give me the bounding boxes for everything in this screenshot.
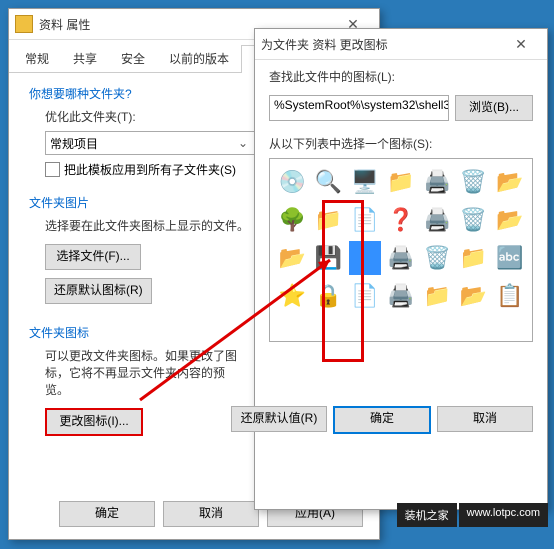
list-item[interactable]: 🗑️ xyxy=(457,165,489,199)
icon-list[interactable]: 💿 🔍 🖥️ 📁 🖨️ 🗑️ 📂 🌳 📁 📄 ❓ 🖨️ 🗑️ 📂 📂 💾 xyxy=(269,158,533,342)
combo-value: 常规项目 xyxy=(50,135,236,152)
tab-previous[interactable]: 以前的版本 xyxy=(157,44,241,72)
select-file-button[interactable]: 选择文件(F)... xyxy=(45,244,141,270)
list-item[interactable]: 🗑️ xyxy=(457,203,489,237)
chevron-down-icon: ⌄ xyxy=(236,136,250,150)
checkbox-icon xyxy=(45,162,60,177)
change-icon-dialog: 为文件夹 资料 更改图标 ✕ 查找此文件中的图标(L): %SystemRoot… xyxy=(254,28,548,510)
titlebar: 为文件夹 资料 更改图标 ✕ xyxy=(255,29,547,60)
list-item[interactable]: 🔤 xyxy=(494,241,526,275)
restore-picture-button[interactable]: 还原默认图标(R) xyxy=(45,278,152,304)
tab-security[interactable]: 安全 xyxy=(109,44,157,72)
watermark-url: www.lotpc.com xyxy=(459,503,548,527)
list-item[interactable]: 🖥️ xyxy=(349,165,381,199)
folder-icon xyxy=(15,15,33,33)
restore-default-button[interactable]: 还原默认值(R) xyxy=(231,406,327,432)
list-item[interactable]: 💾 xyxy=(312,241,344,275)
list-item[interactable]: 📁 xyxy=(312,203,344,237)
list-item[interactable]: 📁 xyxy=(385,165,417,199)
change-icon-button[interactable]: 更改图标(I)... xyxy=(45,408,143,436)
close-icon[interactable]: ✕ xyxy=(501,30,541,58)
list-item[interactable]: 📄 xyxy=(349,279,381,313)
list-item[interactable]: 🔒 xyxy=(312,279,344,313)
list-item[interactable]: 📂 xyxy=(457,279,489,313)
list-label: 从以下列表中选择一个图标(S): xyxy=(269,135,533,152)
look-in-label: 查找此文件中的图标(L): xyxy=(269,68,533,85)
list-item[interactable]: 📂 xyxy=(276,241,308,275)
watermark-text: 装机之家 xyxy=(397,503,457,527)
checkbox-label: 把此模板应用到所有子文件夹(S) xyxy=(64,161,236,178)
list-item[interactable]: 🌳 xyxy=(276,203,308,237)
list-item[interactable]: 📂 xyxy=(494,165,526,199)
cancel-button[interactable]: 取消 xyxy=(163,501,259,527)
cancel-button[interactable]: 取消 xyxy=(437,406,533,432)
browse-button[interactable]: 浏览(B)... xyxy=(455,95,533,121)
icon-desc: 可以更改文件夹图标。如果更改了图标，它将不再显示文件夹内容的预览。 xyxy=(45,347,245,398)
ok-button[interactable]: 确定 xyxy=(59,501,155,527)
dialog-title: 为文件夹 资料 更改图标 xyxy=(261,36,501,53)
tab-sharing[interactable]: 共享 xyxy=(61,44,109,72)
path-input[interactable]: %SystemRoot%\system32\shell32.dll xyxy=(269,95,449,121)
list-item[interactable]: ⭐ xyxy=(276,279,308,313)
list-item[interactable]: 📋 xyxy=(494,279,526,313)
list-item[interactable]: 🗑️ xyxy=(421,241,453,275)
list-item[interactable]: 🖨️ xyxy=(421,203,453,237)
list-item[interactable]: 📄 xyxy=(349,203,381,237)
list-item[interactable]: 🔍 xyxy=(312,165,344,199)
list-item[interactable]: 📁 xyxy=(457,241,489,275)
list-item[interactable]: 🖨️ xyxy=(385,279,417,313)
list-item[interactable]: 💿 xyxy=(276,165,308,199)
watermark: 装机之家 www.lotpc.com xyxy=(397,503,548,527)
dialog-body: 查找此文件中的图标(L): %SystemRoot%\system32\shel… xyxy=(255,60,547,446)
list-item[interactable]: 📁 xyxy=(421,279,453,313)
list-item[interactable]: 🖨️ xyxy=(385,241,417,275)
ok-button[interactable]: 确定 xyxy=(333,406,431,434)
optimize-combo[interactable]: 常规项目 ⌄ xyxy=(45,131,255,155)
list-item[interactable] xyxy=(349,241,381,275)
list-item[interactable]: 📂 xyxy=(494,203,526,237)
list-item[interactable]: 🖨️ xyxy=(421,165,453,199)
tab-general[interactable]: 常规 xyxy=(13,44,61,72)
list-item[interactable]: ❓ xyxy=(385,203,417,237)
